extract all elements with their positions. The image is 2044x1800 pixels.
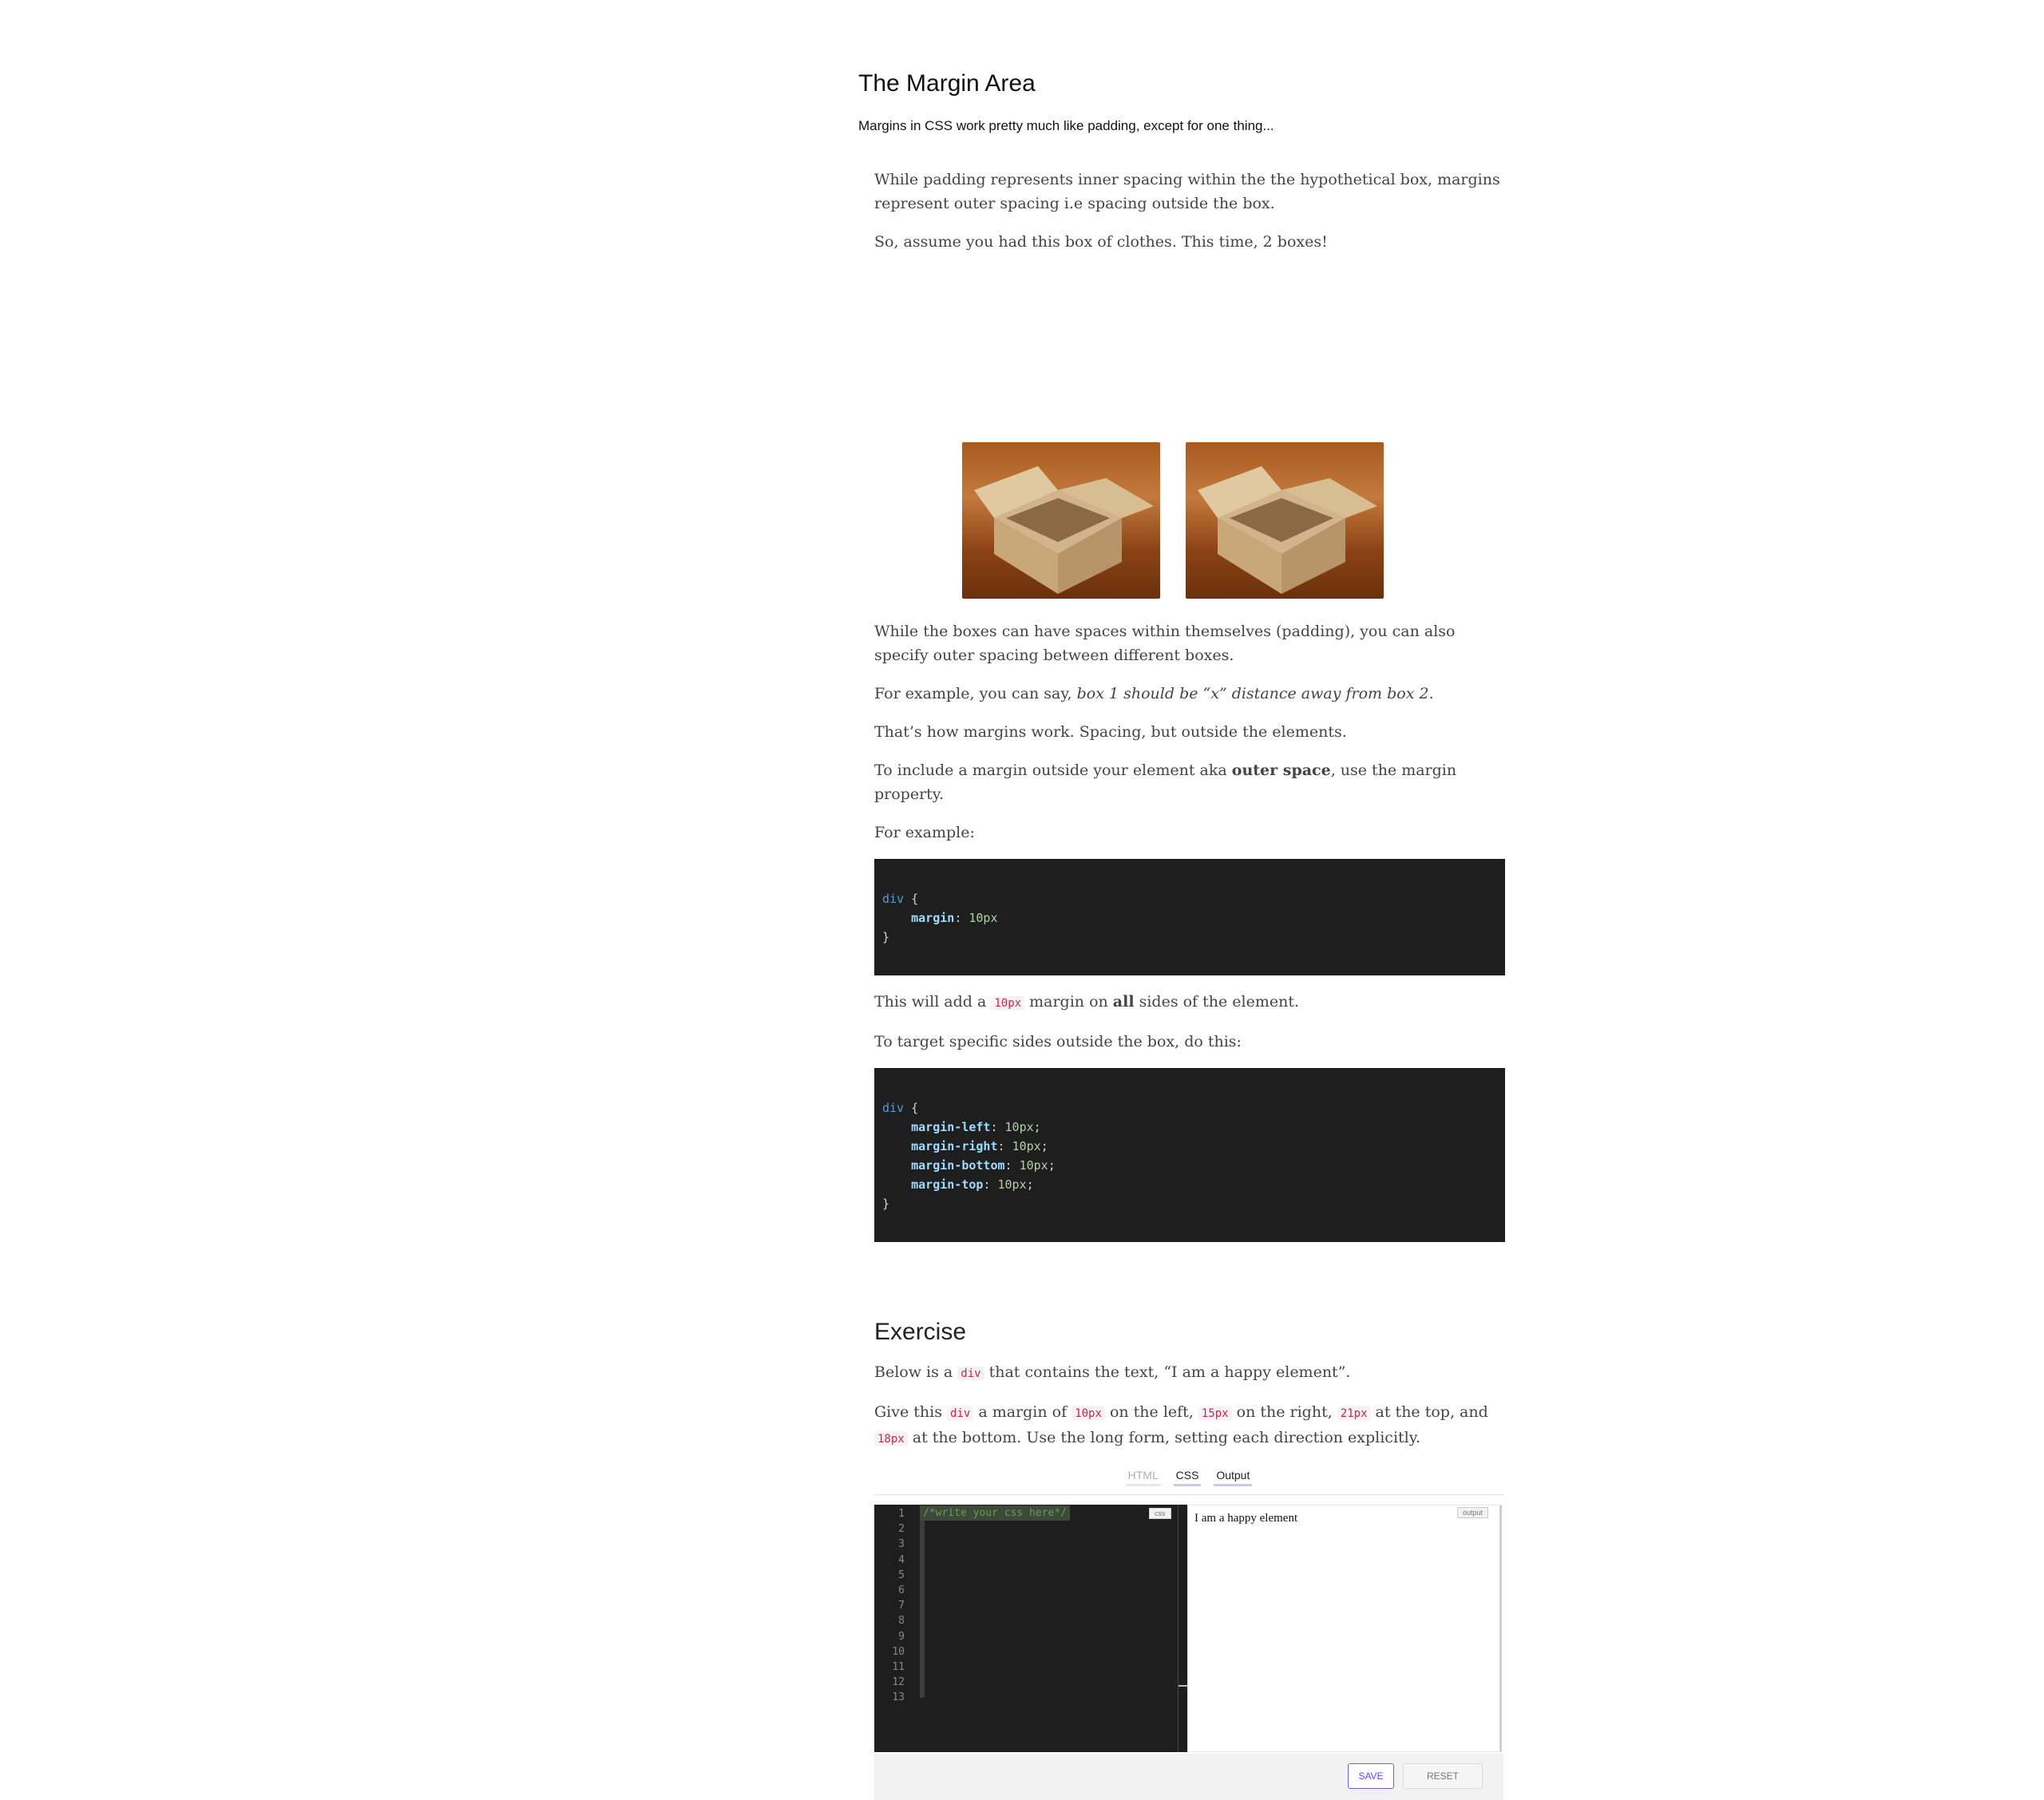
code-comment[interactable]: /*write your css here*/ xyxy=(920,1505,1071,1521)
code-selector: div xyxy=(882,892,905,906)
inline-code: 21px xyxy=(1337,1406,1371,1421)
code-line: div { xyxy=(882,889,1497,908)
code-value: 10px xyxy=(1004,1120,1034,1134)
save-button[interactable]: SAVE xyxy=(1348,1763,1394,1789)
code-property: margin-right xyxy=(911,1139,998,1153)
cardboard-box-image xyxy=(1186,442,1384,599)
intro-paragraph-1: While padding represents inner spacing w… xyxy=(874,171,1500,212)
line-number: 9 xyxy=(898,1630,905,1643)
line-number: 10 xyxy=(892,1645,905,1658)
css-badge: css xyxy=(1149,1508,1171,1519)
editor-actions: SAVE RESET xyxy=(874,1754,1503,1800)
code-property: margin-left xyxy=(911,1120,991,1134)
paragraph-margin-property: To include a margin outside your element… xyxy=(874,758,1505,806)
code-property: margin-top xyxy=(911,1177,984,1192)
indent-guide xyxy=(920,1521,925,1698)
text: . xyxy=(1428,685,1434,702)
line-number: 7 xyxy=(898,1600,905,1612)
code-line: margin-left: 10px; xyxy=(911,1120,1041,1134)
code-line: margin-bottom: 10px; xyxy=(911,1158,1056,1173)
code-line: margin-top: 10px; xyxy=(911,1177,1034,1192)
text: sides of the element. xyxy=(1134,993,1300,1011)
article-content: While padding represents inner spacing w… xyxy=(874,168,1505,1800)
line-number: 8 xyxy=(898,1615,905,1628)
code-line: div { xyxy=(882,1098,1497,1118)
paragraph-example: For example, you can say, box 1 should b… xyxy=(874,682,1505,706)
editor-panes: 1 2 3 4 5 6 7 8 9 10 11 12 13 /*write yo… xyxy=(874,1505,1503,1752)
line-number: 1 xyxy=(898,1508,905,1520)
text: Below is a xyxy=(874,1363,958,1381)
exercise-paragraph-1: Below is a div that contains the text, “… xyxy=(874,1360,1505,1386)
line-number: 13 xyxy=(892,1691,905,1704)
code-property: margin xyxy=(911,911,955,925)
text: on the right, xyxy=(1231,1403,1337,1421)
code-colon: : xyxy=(954,911,969,925)
tab-css[interactable]: CSS xyxy=(1173,1466,1202,1486)
exercise-paragraph-2: Give this div a margin of 10px on the le… xyxy=(874,1400,1505,1451)
line-number: 12 xyxy=(892,1676,905,1689)
text: To include a margin outside your element… xyxy=(874,762,1232,779)
css-code-editor[interactable]: 1 2 3 4 5 6 7 8 9 10 11 12 13 /*write yo… xyxy=(874,1505,1188,1752)
code-line: } xyxy=(882,930,890,944)
inline-code: div xyxy=(947,1406,974,1421)
code-value: 10px xyxy=(1012,1139,1041,1153)
line-number-gutter: 1 2 3 4 5 6 7 8 9 10 11 12 13 xyxy=(874,1505,906,1706)
code-property: margin-bottom xyxy=(911,1158,1005,1173)
intro-paragraph-2: So, assume you had this box of clothes. … xyxy=(874,233,1328,251)
inline-code: 15px xyxy=(1198,1406,1232,1421)
line-number: 3 xyxy=(898,1538,905,1551)
line-number: 4 xyxy=(898,1553,905,1566)
line-number: 5 xyxy=(898,1569,905,1581)
line-number: 11 xyxy=(892,1661,905,1674)
text: at the bottom. Use the long form, settin… xyxy=(907,1429,1420,1446)
inline-code: div xyxy=(957,1367,984,1381)
code-block-margin: div { margin: 10px } xyxy=(874,859,1505,975)
inline-code: 18px xyxy=(874,1432,908,1446)
paragraph-how-margins-work: That’s how margins work. Spacing, but ou… xyxy=(874,723,1347,741)
inline-code: 10px xyxy=(991,996,1025,1011)
strong-text: all xyxy=(1112,993,1135,1011)
text: that contains the text, “I am a happy el… xyxy=(984,1363,1351,1381)
output-badge: output xyxy=(1456,1507,1488,1518)
strong-text: outer space xyxy=(1231,762,1331,779)
code-block-margin-sides: div { margin-left: 10px; margin-right: 1… xyxy=(874,1068,1505,1242)
line-number: 6 xyxy=(898,1584,905,1597)
code-line: } xyxy=(882,1197,890,1211)
exercise-heading: Exercise xyxy=(874,1319,967,1345)
cardboard-box-image xyxy=(962,442,1160,599)
code-editor: HTML CSS Output 1 2 3 4 5 6 7 8 9 10 11 … xyxy=(874,1466,1503,1800)
text: For example, you can say, xyxy=(874,685,1077,702)
code-brace: { xyxy=(904,892,919,906)
code-selector: div xyxy=(882,1101,905,1115)
code-line: margin: 10px xyxy=(882,908,1497,928)
paragraph-outer-spacing: While the boxes can have spaces within t… xyxy=(874,623,1456,664)
text: a margin of xyxy=(973,1403,1072,1421)
code-value: 10px xyxy=(997,1177,1027,1192)
output-text: I am a happy element xyxy=(1194,1512,1298,1525)
emphasis: box 1 should be “x” distance away from b… xyxy=(1076,685,1429,702)
tab-output[interactable]: Output xyxy=(1214,1466,1253,1486)
inline-code: 10px xyxy=(1072,1406,1105,1421)
page-title: The Margin Area xyxy=(858,70,1036,97)
text: Give this xyxy=(874,1403,948,1421)
text: This will add a xyxy=(874,993,992,1011)
code-line: margin-right: 10px; xyxy=(911,1139,1048,1153)
code-value: 10px xyxy=(969,911,998,925)
box-images xyxy=(874,268,1505,619)
paragraph-all-sides: This will add a 10px margin on all sides… xyxy=(874,990,1505,1015)
paragraph-specific-sides: To target specific sides outside the box… xyxy=(874,1033,1242,1050)
text: at the top, and xyxy=(1370,1403,1488,1421)
reset-button[interactable]: RESET xyxy=(1403,1763,1483,1789)
tab-html[interactable]: HTML xyxy=(1125,1466,1161,1486)
page-subtitle: Margins in CSS work pretty much like pad… xyxy=(858,118,1274,133)
paragraph-for-example: For example: xyxy=(874,824,975,841)
line-number: 2 xyxy=(898,1523,905,1536)
code-value: 10px xyxy=(1019,1158,1048,1173)
text: on the left, xyxy=(1104,1403,1198,1421)
output-pane: I am a happy element output xyxy=(1187,1505,1502,1752)
editor-tabs: HTML CSS Output xyxy=(874,1466,1503,1495)
code-brace: { xyxy=(904,1101,919,1115)
text: margin on xyxy=(1024,993,1113,1011)
